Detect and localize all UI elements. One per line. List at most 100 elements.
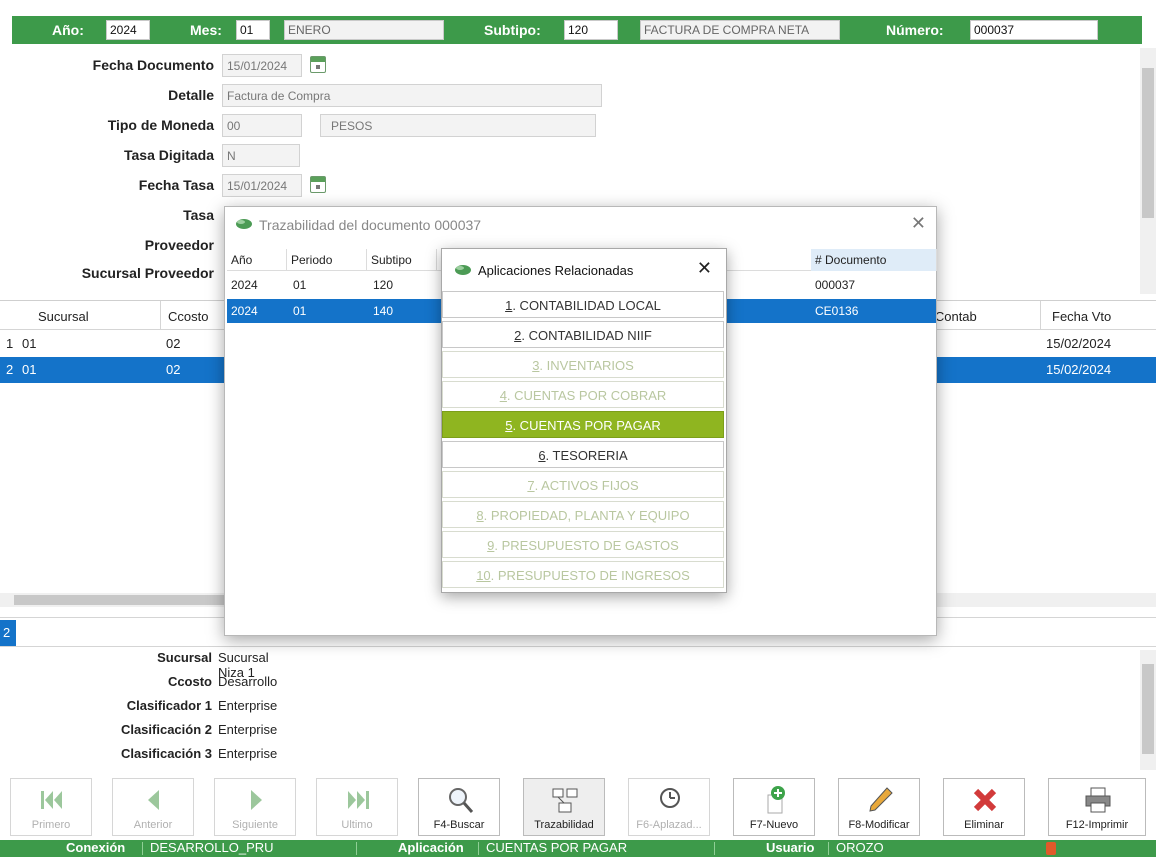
- scroll-thumb[interactable]: [1142, 664, 1154, 754]
- scroll-thumb[interactable]: [1142, 68, 1154, 218]
- col-subtipo-header[interactable]: Subtipo: [367, 249, 437, 271]
- aplicacion-label: . CONTABILIDAD NIIF: [521, 328, 652, 343]
- new-icon: [767, 786, 785, 814]
- first-record-icon: [41, 791, 62, 809]
- aplicacion-item[interactable]: 10. PRESUPUESTO DE INGRESOS: [442, 561, 724, 588]
- tipo-moneda-codigo-field[interactable]: 00: [222, 114, 302, 137]
- siguiente-button[interactable]: Siguiente: [214, 778, 296, 836]
- clasificacion2-label: Clasificación 2: [120, 722, 212, 737]
- detail-panel: Sucursal Sucursal Niza 1 Ccosto Desarrol…: [0, 650, 1140, 775]
- conexion-value: DESARROLLO_PRU: [150, 840, 274, 855]
- aplicacion-item[interactable]: 8. PROPIEDAD, PLANTA Y EQUIPO: [442, 501, 724, 528]
- scroll-thumb[interactable]: [14, 595, 224, 605]
- detalle-field[interactable]: Factura de Compra: [222, 84, 602, 107]
- app-leaf-icon: [236, 219, 252, 229]
- eliminar-button[interactable]: Eliminar: [943, 778, 1025, 836]
- row-number: 1: [6, 336, 14, 351]
- col-anio-header[interactable]: Año: [227, 249, 287, 271]
- close-icon[interactable]: ✕: [697, 258, 712, 279]
- previous-record-icon: [148, 790, 159, 810]
- fecha-documento-field[interactable]: 15/01/2024: [222, 54, 302, 77]
- printer-icon: [1085, 787, 1111, 813]
- tasa-digitada-label: Tasa Digitada: [124, 147, 214, 163]
- aplicacion-label: . ACTIVOS FIJOS: [534, 478, 639, 493]
- delete-icon: [973, 788, 997, 812]
- anterior-button[interactable]: Anterior: [112, 778, 194, 836]
- conexion-label: Conexión: [66, 840, 126, 855]
- ccosto-value: Desarrollo: [218, 674, 278, 689]
- tasa-label: Tasa: [183, 207, 214, 223]
- aplicacion-label: . CUENTAS POR PAGAR: [512, 418, 661, 433]
- anio-field[interactable]: 2024: [106, 20, 150, 40]
- traceability-icon: [552, 788, 578, 813]
- detail-scrollbar[interactable]: [1140, 650, 1156, 770]
- ultimo-button[interactable]: Ultimo: [316, 778, 398, 836]
- aplicacion-hotkey: 4: [499, 388, 507, 403]
- cell-fecha-vto[interactable]: 15/02/2024: [1046, 336, 1111, 351]
- tipo-moneda-label: Tipo de Moneda: [107, 117, 214, 133]
- dialog-title: Trazabilidad del documento 000037: [259, 217, 482, 233]
- calendar-icon[interactable]: [310, 176, 326, 193]
- col-periodo-header[interactable]: Periodo: [287, 249, 367, 271]
- aplicacion-label: . PRESUPUESTO DE GASTOS: [494, 538, 679, 553]
- aplicacion-item[interactable]: 2. CONTABILIDAD NIIF: [442, 321, 724, 348]
- buscar-button[interactable]: F4-Buscar: [418, 778, 500, 836]
- sucursal-label: Sucursal: [157, 650, 212, 665]
- popup-title: Aplicaciones Relacionadas: [478, 263, 634, 278]
- col-ccosto-header[interactable]: Ccosto: [168, 301, 208, 329]
- clasificador1-label: Clasificador 1: [126, 698, 212, 713]
- col-sucursal-header[interactable]: Sucursal: [38, 301, 89, 329]
- calendar-icon[interactable]: [310, 56, 326, 73]
- cell-ccosto[interactable]: 02: [166, 362, 180, 377]
- aplicacion-item[interactable]: 3. INVENTARIOS: [442, 351, 724, 378]
- detalle-label: Detalle: [168, 87, 214, 103]
- aplicacion-hotkey: 8: [476, 508, 484, 523]
- sucursal-proveedor-label: Sucursal Proveedor: [81, 265, 214, 281]
- aplicacion-label: . PROPIEDAD, PLANTA Y EQUIPO: [483, 508, 690, 523]
- aplicacion-hotkey: 7: [527, 478, 535, 493]
- fecha-documento-label: Fecha Documento: [92, 57, 214, 73]
- aplicacion-label: . TESORERIA: [545, 448, 628, 463]
- edit-pencil-icon: [869, 787, 893, 812]
- aplicacion-item[interactable]: 6. TESORERIA: [442, 441, 724, 468]
- cell-ccosto[interactable]: 02: [166, 336, 180, 351]
- row-number: 2: [6, 362, 14, 377]
- anio-label: Año:: [52, 22, 84, 38]
- aplicacion-item[interactable]: 5. CUENTAS POR PAGAR: [442, 411, 724, 438]
- aplicacion-item[interactable]: 4. CUENTAS POR COBRAR: [442, 381, 724, 408]
- col-fecha-vto-header[interactable]: Fecha Vto: [1052, 301, 1111, 329]
- cell-fecha-vto[interactable]: 15/02/2024: [1046, 362, 1111, 377]
- tasa-digitada-field[interactable]: N: [222, 144, 300, 167]
- modificar-button[interactable]: F8-Modificar: [838, 778, 920, 836]
- aplicacion-label: . CONTABILIDAD LOCAL: [512, 298, 661, 313]
- close-icon[interactable]: ✕: [911, 213, 926, 234]
- subtipo-field[interactable]: 120: [564, 20, 618, 40]
- primero-button[interactable]: Primero: [10, 778, 92, 836]
- col-documento-header[interactable]: # Documento: [811, 249, 937, 271]
- tipo-moneda-nombre-field: PESOS: [320, 114, 596, 137]
- ccosto-label: Ccosto: [167, 674, 212, 689]
- numero-label: Número:: [886, 22, 944, 38]
- fecha-tasa-field[interactable]: 15/01/2024: [222, 174, 302, 197]
- search-icon: [449, 788, 474, 813]
- form-scrollbar[interactable]: [1140, 48, 1156, 294]
- aplicacion-hotkey: 10: [476, 568, 491, 583]
- aplicacion-label: . CUENTAS POR COBRAR: [506, 388, 667, 403]
- aplicacion-label: Aplicación: [398, 840, 464, 855]
- numero-field[interactable]: 000037: [970, 20, 1098, 40]
- mes-field[interactable]: 01: [236, 20, 270, 40]
- aplicacion-item[interactable]: 9. PRESUPUESTO DE GASTOS: [442, 531, 724, 558]
- aplicacion-item[interactable]: 1. CONTABILIDAD LOCAL: [442, 291, 724, 318]
- nuevo-button[interactable]: F7-Nuevo: [733, 778, 815, 836]
- row-count-badge: 2: [0, 620, 16, 646]
- subtipo-label: Subtipo:: [484, 22, 541, 38]
- aplazar-button[interactable]: F6-Aplazad...: [628, 778, 710, 836]
- imprimir-button[interactable]: F12-Imprimir: [1048, 778, 1146, 836]
- trazabilidad-button[interactable]: Trazabilidad: [523, 778, 605, 836]
- alert-icon[interactable]: [1046, 842, 1056, 855]
- cell-sucursal[interactable]: 01: [22, 336, 36, 351]
- aplicacion-item[interactable]: 7. ACTIVOS FIJOS: [442, 471, 724, 498]
- clasificador1-value: Enterprise: [218, 698, 278, 713]
- cell-sucursal[interactable]: 01: [22, 362, 36, 377]
- aplicacion-label: . PRESUPUESTO DE INGRESOS: [490, 568, 690, 583]
